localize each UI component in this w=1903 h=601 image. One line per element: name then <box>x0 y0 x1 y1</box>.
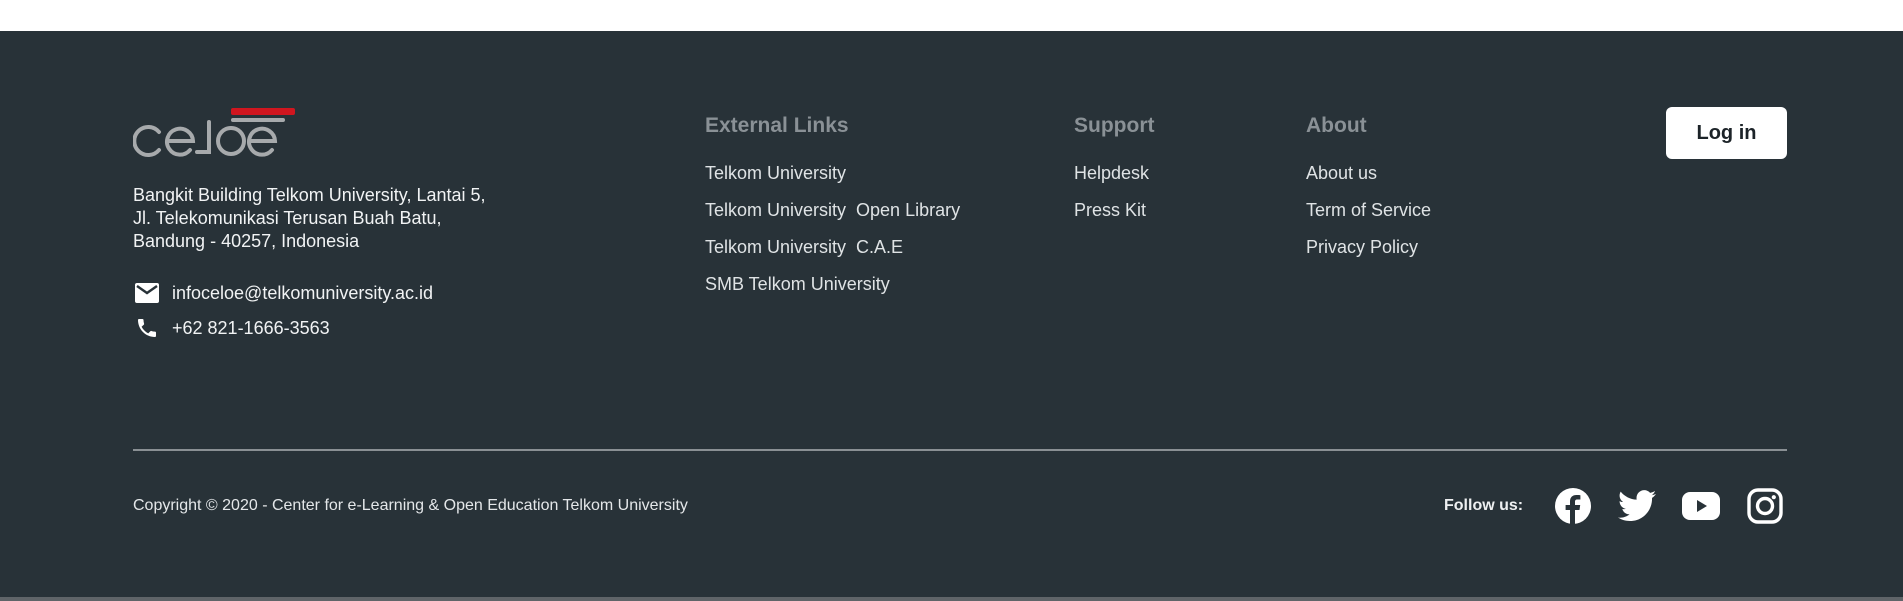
address-line: Jl. Telekomunikasi Terusan Buah Batu, <box>133 208 442 228</box>
page-top-strip <box>0 0 1903 31</box>
copyright-text: Copyright © 2020 - Center for e-Learning… <box>133 497 688 514</box>
support-column: Support Helpdesk Press Kit <box>1074 110 1154 236</box>
address: Bangkit Building Telkom University, Lant… <box>133 184 583 253</box>
external-links-column: External Links Telkom University Telkom … <box>705 110 960 310</box>
external-link-cae[interactable]: Telkom University C.A.E <box>705 236 960 273</box>
external-link-telkom-university[interactable]: Telkom University <box>705 162 960 199</box>
support-link-helpdesk[interactable]: Helpdesk <box>1074 162 1154 199</box>
footer-divider <box>133 449 1787 451</box>
contact-email[interactable]: infoceloe@telkomuniversity.ac.id <box>133 279 433 307</box>
phone-icon <box>133 314 161 342</box>
contact-phone[interactable]: +62 821-1666-3563 <box>133 314 330 342</box>
celoe-logo[interactable] <box>133 108 295 158</box>
phone-text[interactable]: +62 821-1666-3563 <box>172 318 330 339</box>
address-line: Bangkit Building Telkom University, Lant… <box>133 185 486 205</box>
site-footer: Bangkit Building Telkom University, Lant… <box>0 31 1903 597</box>
external-link-smb[interactable]: SMB Telkom University <box>705 273 960 310</box>
about-link-terms[interactable]: Term of Service <box>1306 199 1431 236</box>
external-link-open-library[interactable]: Telkom University Open Library <box>705 199 960 236</box>
support-heading: Support <box>1074 114 1155 137</box>
email-text[interactable]: infoceloe@telkomuniversity.ac.id <box>172 283 433 304</box>
about-heading: About <box>1306 114 1367 137</box>
address-line: Bandung - 40257, Indonesia <box>133 231 360 251</box>
youtube-icon[interactable] <box>1682 487 1720 525</box>
mail-icon <box>133 279 161 307</box>
instagram-icon[interactable] <box>1746 487 1784 525</box>
about-link-about-us[interactable]: About us <box>1306 162 1431 199</box>
external-links-heading: External Links <box>705 114 849 137</box>
facebook-icon[interactable] <box>1554 487 1592 525</box>
about-link-privacy[interactable]: Privacy Policy <box>1306 236 1431 273</box>
support-link-press-kit[interactable]: Press Kit <box>1074 199 1154 236</box>
follow-us-label: Follow us: <box>1444 497 1524 514</box>
page-bottom-border <box>0 597 1903 601</box>
about-column: About About us Term of Service Privacy P… <box>1306 110 1431 273</box>
login-button[interactable]: Log in <box>1666 107 1787 159</box>
twitter-icon[interactable] <box>1618 487 1656 525</box>
